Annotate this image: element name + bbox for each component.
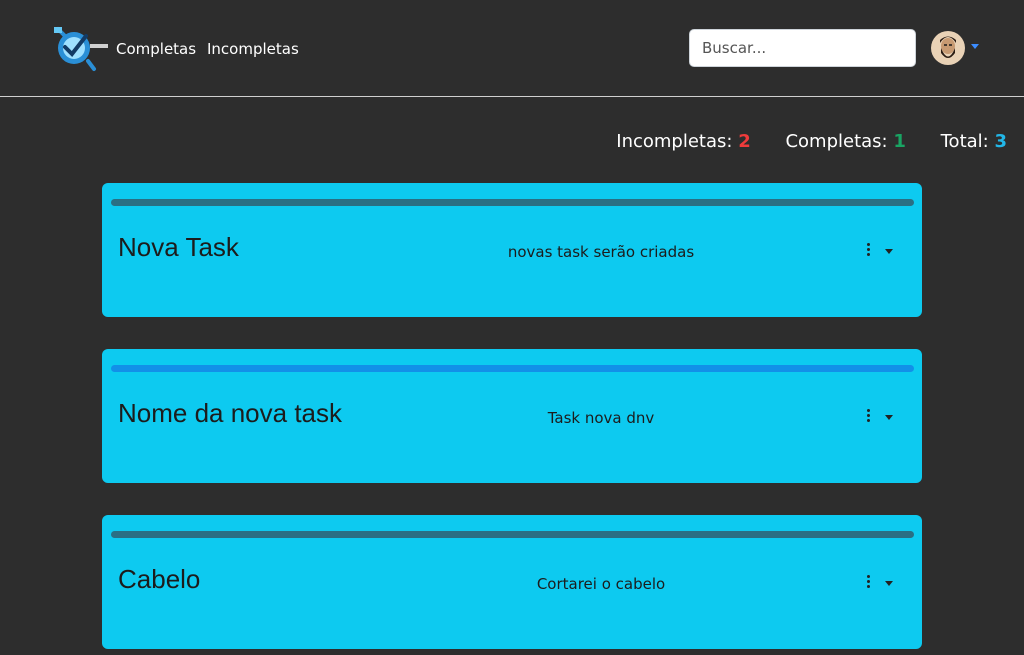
kebab-menu-icon[interactable] — [863, 575, 873, 591]
nav-link-incompletas[interactable]: Incompletas — [207, 40, 299, 58]
incomplete-counter-label: Incompletas: — [616, 131, 733, 152]
chevron-down-icon[interactable] — [885, 581, 893, 586]
complete-counter-value: 1 — [893, 131, 906, 152]
task-card[interactable]: Nova Task novas task serão criadas — [102, 183, 922, 317]
caret-down-icon[interactable] — [971, 44, 979, 49]
nav-link-completas[interactable]: Completas — [116, 40, 196, 58]
total-counter-value: 3 — [994, 131, 1007, 152]
task-counters: Incompletas: 2 Completas: 1 Total: 3 — [587, 131, 1007, 152]
total-counter: Total: 3 — [941, 131, 1007, 152]
task-card[interactable]: Cabelo Cortarei o cabelo — [102, 515, 922, 649]
user-avatar-icon[interactable] — [931, 31, 965, 65]
incomplete-counter: Incompletas: 2 — [616, 131, 750, 152]
task-status-bar — [111, 531, 914, 538]
kebab-menu-icon[interactable] — [863, 243, 873, 259]
checklist-logo-icon[interactable] — [52, 23, 108, 73]
search-input[interactable] — [689, 29, 916, 67]
kebab-menu-icon[interactable] — [863, 409, 873, 425]
incomplete-counter-value: 2 — [738, 131, 751, 152]
navbar: Completas Incompletas — [0, 0, 1024, 97]
chevron-down-icon[interactable] — [885, 249, 893, 254]
chevron-down-icon[interactable] — [885, 415, 893, 420]
task-status-bar — [111, 199, 914, 206]
complete-counter-label: Completas: — [785, 131, 888, 152]
task-card[interactable]: Nome da nova task Task nova dnv — [102, 349, 922, 483]
task-status-bar — [111, 365, 914, 372]
total-counter-label: Total: — [940, 131, 989, 152]
complete-counter: Completas: 1 — [785, 131, 905, 152]
